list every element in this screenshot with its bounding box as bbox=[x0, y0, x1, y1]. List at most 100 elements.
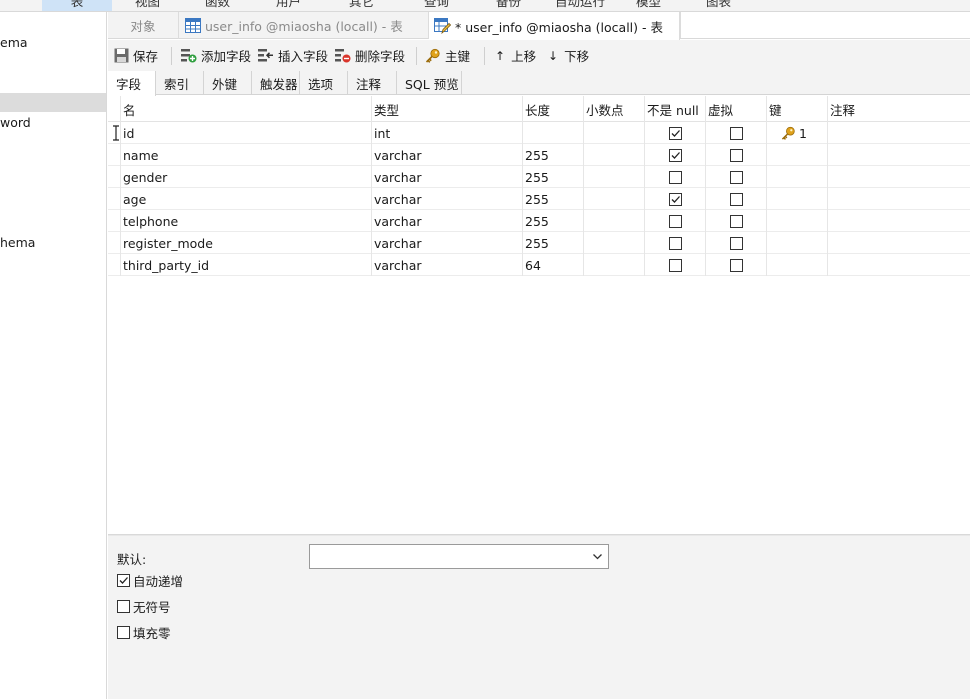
primary-key-button[interactable]: 主键 bbox=[425, 40, 470, 71]
table-row[interactable]: gender varchar 255 bbox=[108, 166, 970, 188]
cell-name[interactable]: telphone bbox=[120, 210, 371, 232]
cell-length[interactable]: 255 bbox=[522, 144, 583, 166]
cell-key[interactable] bbox=[766, 144, 827, 166]
cell-type[interactable]: int bbox=[371, 122, 522, 144]
col-header-not-null[interactable]: 不是 null bbox=[644, 96, 705, 122]
cell-length[interactable]: 255 bbox=[522, 166, 583, 188]
menu-query[interactable]: 查询 bbox=[424, 0, 449, 10]
not-null-checkbox[interactable] bbox=[668, 214, 682, 228]
cell-virtual[interactable] bbox=[705, 232, 766, 254]
tab-objects[interactable]: 对象 bbox=[108, 12, 179, 39]
virtual-checkbox[interactable] bbox=[729, 148, 743, 162]
cell-virtual[interactable] bbox=[705, 188, 766, 210]
save-button[interactable]: 保存 bbox=[114, 40, 158, 71]
cell-not-null[interactable] bbox=[644, 166, 705, 188]
not-null-checkbox[interactable] bbox=[668, 170, 682, 184]
cell-comment[interactable] bbox=[827, 232, 970, 254]
table-row[interactable]: name varchar 255 bbox=[108, 144, 970, 166]
cell-not-null[interactable] bbox=[644, 122, 705, 144]
not-null-checkbox[interactable] bbox=[668, 192, 682, 206]
cell-length[interactable]: 255 bbox=[522, 232, 583, 254]
not-null-checkbox[interactable] bbox=[668, 258, 682, 272]
cell-decimal[interactable] bbox=[583, 210, 644, 232]
cell-name[interactable]: third_party_id bbox=[120, 254, 371, 276]
cell-name[interactable]: age bbox=[120, 188, 371, 210]
cell-key[interactable] bbox=[766, 166, 827, 188]
col-header-virtual[interactable]: 虚拟 bbox=[705, 96, 766, 122]
cell-not-null[interactable] bbox=[644, 254, 705, 276]
nav-item-schema-2[interactable]: hema bbox=[0, 235, 35, 250]
subtab-triggers[interactable]: 触发器 bbox=[252, 71, 300, 95]
subtab-foreign-keys[interactable]: 外键 bbox=[204, 71, 252, 95]
cell-type[interactable]: varchar bbox=[371, 210, 522, 232]
cell-not-null[interactable] bbox=[644, 188, 705, 210]
table-row[interactable]: id int 1 bbox=[108, 122, 970, 144]
zerofill-checkbox[interactable]: 填充零 bbox=[117, 623, 171, 642]
cell-comment[interactable] bbox=[827, 144, 970, 166]
cell-key[interactable] bbox=[766, 232, 827, 254]
cell-name[interactable]: id bbox=[120, 122, 371, 144]
insert-field-button[interactable]: 插入字段 bbox=[257, 40, 328, 71]
cell-comment[interactable] bbox=[827, 122, 970, 144]
cell-key[interactable] bbox=[766, 210, 827, 232]
col-header-comment[interactable]: 注释 bbox=[827, 96, 970, 122]
virtual-checkbox[interactable] bbox=[729, 214, 743, 228]
col-header-type[interactable]: 类型 bbox=[371, 96, 522, 122]
cell-not-null[interactable] bbox=[644, 232, 705, 254]
virtual-checkbox[interactable] bbox=[729, 192, 743, 206]
col-header-length[interactable]: 长度 bbox=[522, 96, 583, 122]
cell-decimal[interactable] bbox=[583, 188, 644, 210]
move-down-button[interactable]: ↓ 下移 bbox=[548, 40, 589, 71]
cell-type[interactable]: varchar bbox=[371, 232, 522, 254]
not-null-checkbox[interactable] bbox=[668, 236, 682, 250]
cell-length[interactable]: 64 bbox=[522, 254, 583, 276]
cell-comment[interactable] bbox=[827, 254, 970, 276]
cell-type[interactable]: varchar bbox=[371, 144, 522, 166]
virtual-checkbox[interactable] bbox=[729, 126, 743, 140]
cell-decimal[interactable] bbox=[583, 122, 644, 144]
add-field-button[interactable]: 添加字段 bbox=[180, 40, 251, 71]
virtual-checkbox[interactable] bbox=[729, 258, 743, 272]
table-row[interactable]: age varchar 255 bbox=[108, 188, 970, 210]
table-row[interactable]: telphone varchar 255 bbox=[108, 210, 970, 232]
cell-decimal[interactable] bbox=[583, 166, 644, 188]
cell-key[interactable] bbox=[766, 254, 827, 276]
menu-function[interactable]: 函数 bbox=[205, 0, 230, 10]
cell-type[interactable]: varchar bbox=[371, 166, 522, 188]
cell-decimal[interactable] bbox=[583, 254, 644, 276]
cell-decimal[interactable] bbox=[583, 232, 644, 254]
menu-autorun[interactable]: 自动运行 bbox=[555, 0, 605, 10]
cell-name[interactable]: gender bbox=[120, 166, 371, 188]
auto-increment-check[interactable] bbox=[117, 574, 130, 587]
virtual-checkbox[interactable] bbox=[729, 170, 743, 184]
cell-virtual[interactable] bbox=[705, 210, 766, 232]
not-null-checkbox[interactable] bbox=[668, 148, 682, 162]
zerofill-check[interactable] bbox=[117, 626, 130, 639]
col-header-decimal[interactable]: 小数点 bbox=[583, 96, 644, 122]
cell-length[interactable] bbox=[522, 122, 583, 144]
cell-type[interactable]: varchar bbox=[371, 254, 522, 276]
menu-backup[interactable]: 备份 bbox=[496, 0, 521, 10]
cell-name[interactable]: name bbox=[120, 144, 371, 166]
cell-key[interactable]: 1 bbox=[766, 122, 827, 144]
tab-table-user-info[interactable]: user_info @miaosha (locall) - 表 bbox=[179, 12, 429, 39]
cell-name[interactable]: register_mode bbox=[120, 232, 371, 254]
subtab-options[interactable]: 选项 bbox=[300, 71, 348, 95]
menu-model[interactable]: 模型 bbox=[636, 0, 661, 10]
cell-comment[interactable] bbox=[827, 166, 970, 188]
cell-virtual[interactable] bbox=[705, 144, 766, 166]
cell-key[interactable] bbox=[766, 188, 827, 210]
table-row[interactable]: register_mode varchar 255 bbox=[108, 232, 970, 254]
default-value-select[interactable] bbox=[309, 544, 609, 569]
menu-user[interactable]: 用户 bbox=[276, 0, 301, 10]
table-row[interactable]: third_party_id varchar 64 bbox=[108, 254, 970, 276]
subtab-sql-preview[interactable]: SQL 预览 bbox=[397, 71, 462, 95]
cell-comment[interactable] bbox=[827, 210, 970, 232]
cell-type[interactable]: varchar bbox=[371, 188, 522, 210]
cell-comment[interactable] bbox=[827, 188, 970, 210]
virtual-checkbox[interactable] bbox=[729, 236, 743, 250]
nav-item-schema[interactable]: ema bbox=[0, 35, 28, 50]
unsigned-checkbox[interactable]: 无符号 bbox=[117, 597, 171, 616]
subtab-indexes[interactable]: 索引 bbox=[156, 71, 204, 95]
nav-item-password[interactable]: word bbox=[0, 115, 31, 130]
